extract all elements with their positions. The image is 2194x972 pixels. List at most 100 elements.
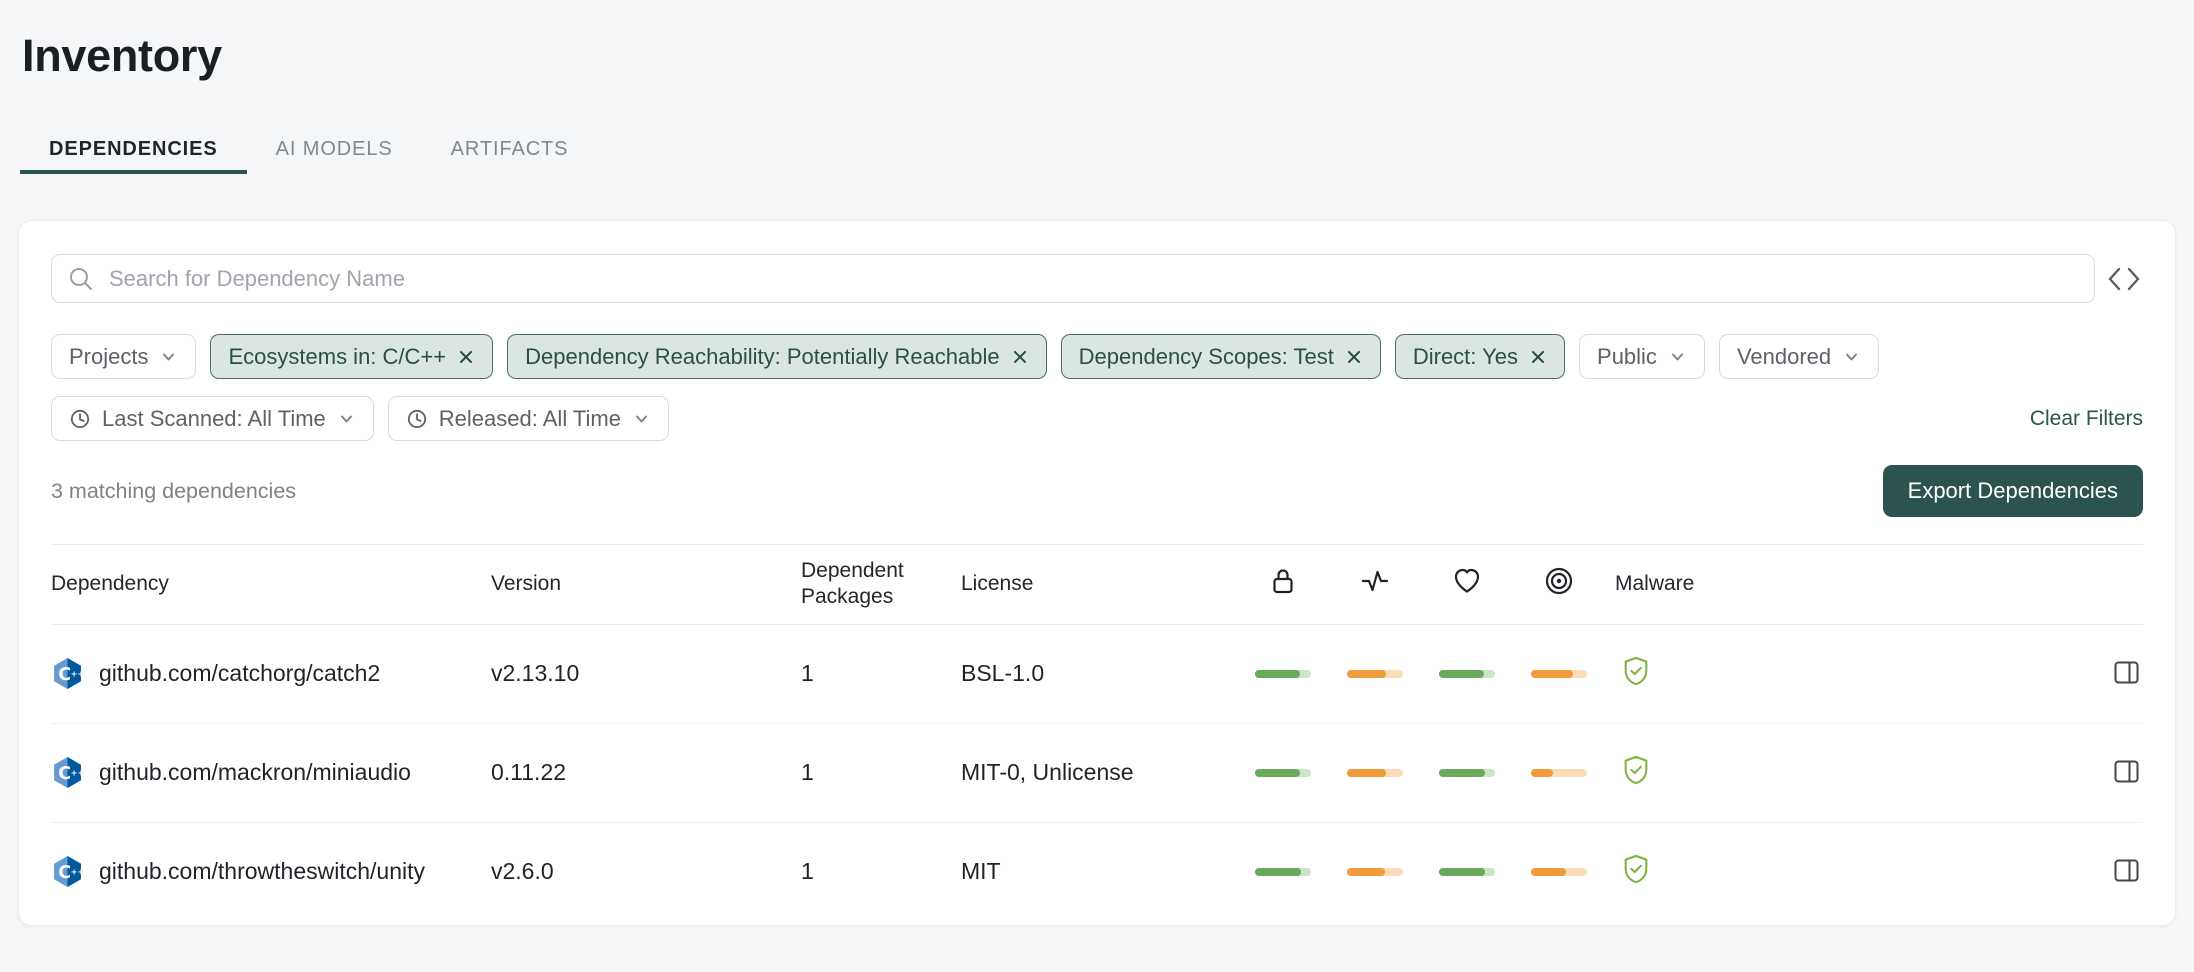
side-panel-icon (2112, 856, 2141, 888)
chevron-down-icon (632, 409, 651, 428)
projects-filter-dropdown[interactable]: Projects (51, 334, 196, 379)
tab-dependencies[interactable]: DEPENDENCIES (20, 128, 247, 174)
vendored-filter-label: Vendored (1737, 344, 1831, 370)
remove-filter-x-icon[interactable] (1011, 348, 1029, 366)
dependencies-panel: Projects Ecosystems in: C/C++ Dependency… (18, 220, 2176, 926)
remove-filter-x-icon[interactable] (457, 348, 475, 366)
table-row[interactable]: C++ github.com/catchorg/catch2 v2.13.10 … (51, 625, 2143, 724)
public-filter-label: Public (1597, 344, 1657, 370)
tab-artifacts[interactable]: ARTIFACTS (422, 128, 598, 174)
search-input[interactable] (107, 265, 2079, 293)
filter-chip-scopes[interactable]: Dependency Scopes: Test (1061, 334, 1381, 379)
dependency-version: 0.11.22 (491, 759, 801, 786)
remove-filter-x-icon[interactable] (1345, 348, 1363, 366)
side-panel-icon (2112, 658, 2141, 690)
svg-text:++: ++ (71, 768, 84, 778)
column-header-maintenance (1431, 565, 1523, 603)
page-title: Inventory (0, 0, 2194, 82)
code-icon (2107, 266, 2141, 292)
side-panel-icon (2112, 757, 2141, 789)
code-search-button[interactable] (2105, 264, 2143, 294)
filter-chip-ecosystems-label: Ecosystems in: C/C++ (228, 344, 446, 370)
maintenance-score-bar (1439, 769, 1495, 777)
column-header-dependency: Dependency (51, 571, 491, 597)
vendored-filter-dropdown[interactable]: Vendored (1719, 334, 1879, 379)
chevron-down-icon (159, 347, 178, 366)
vulnerability-score-bar (1531, 868, 1587, 876)
column-header-quality (1339, 565, 1431, 603)
open-details-panel-button[interactable] (2110, 656, 2143, 692)
svg-text:++: ++ (71, 669, 84, 679)
column-header-version: Version (491, 571, 801, 597)
remove-filter-x-icon[interactable] (1529, 348, 1547, 366)
shield-check-icon (1615, 754, 1651, 792)
clear-filters-link[interactable]: Clear Filters (2030, 407, 2143, 431)
shield-check-icon (1615, 655, 1651, 693)
table-row[interactable]: C++ github.com/mackron/miniaudio 0.11.22… (51, 724, 2143, 823)
svg-text:C: C (58, 863, 71, 883)
table-header-row: Dependency Version Dependent Packages Li… (51, 544, 2143, 625)
svg-text:C: C (58, 665, 71, 685)
last-scanned-filter-dropdown[interactable]: Last Scanned: All Time (51, 396, 374, 441)
dependencies-table: Dependency Version Dependent Packages Li… (51, 544, 2143, 921)
filter-chip-reachability-label: Dependency Reachability: Potentially Rea… (525, 344, 1000, 370)
quality-score-bar (1347, 868, 1403, 876)
dependency-name-link[interactable]: github.com/catchorg/catch2 (99, 659, 380, 689)
pulse-icon (1339, 565, 1391, 603)
quality-score-bar (1347, 769, 1403, 777)
dependency-version: v2.6.0 (491, 858, 801, 885)
inventory-tabs: DEPENDENCIES AI MODELS ARTIFACTS (20, 128, 2194, 174)
chevron-down-icon (1842, 347, 1861, 366)
chevron-down-icon (1668, 347, 1687, 366)
search-icon (67, 265, 94, 292)
column-header-vulnerability (1523, 565, 1615, 603)
tab-ai-models[interactable]: AI MODELS (247, 128, 422, 174)
filter-chips-row-2: Last Scanned: All Time Released: All Tim… (51, 396, 2143, 441)
heart-icon (1431, 565, 1483, 603)
dependency-name-link[interactable]: github.com/throwtheswitch/unity (99, 857, 425, 887)
vulnerability-score-bar (1531, 769, 1587, 777)
open-details-panel-button[interactable] (2110, 755, 2143, 791)
search-box[interactable] (51, 254, 2095, 303)
released-filter-dropdown[interactable]: Released: All Time (388, 396, 669, 441)
lock-icon (1247, 565, 1299, 603)
search-row (51, 254, 2143, 303)
security-score-bar (1255, 868, 1311, 876)
maintenance-score-bar (1439, 868, 1495, 876)
svg-text:C: C (58, 764, 71, 784)
last-scanned-filter-label: Last Scanned: All Time (102, 406, 326, 432)
filter-chip-direct[interactable]: Direct: Yes (1395, 334, 1565, 379)
cpp-ecosystem-icon: C++ (51, 756, 84, 789)
dependent-packages-count: 1 (801, 858, 961, 885)
filter-chip-scopes-label: Dependency Scopes: Test (1079, 344, 1334, 370)
clock-icon (69, 408, 91, 430)
public-filter-dropdown[interactable]: Public (1579, 334, 1705, 379)
matching-count-text: 3 matching dependencies (51, 479, 296, 504)
released-filter-label: Released: All Time (439, 406, 621, 432)
filter-chip-reachability[interactable]: Dependency Reachability: Potentially Rea… (507, 334, 1047, 379)
results-action-row: 3 matching dependencies Export Dependenc… (51, 465, 2143, 517)
vulnerability-score-bar (1531, 670, 1587, 678)
shield-check-icon (1615, 853, 1651, 891)
open-details-panel-button[interactable] (2110, 854, 2143, 890)
filter-chip-ecosystems[interactable]: Ecosystems in: C/C++ (210, 334, 493, 379)
clock-icon (406, 408, 428, 430)
table-row[interactable]: C++ github.com/throwtheswitch/unity v2.6… (51, 823, 2143, 921)
dependency-name-link[interactable]: github.com/mackron/miniaudio (99, 758, 411, 788)
dependency-license: MIT (961, 858, 1247, 885)
malware-status-cell (1615, 754, 2087, 792)
column-header-dependent-packages: Dependent Packages (801, 558, 961, 611)
malware-status-cell (1615, 853, 2087, 891)
inventory-page: Inventory DEPENDENCIES AI MODELS ARTIFAC… (0, 0, 2194, 972)
security-score-bar (1255, 670, 1311, 678)
dependency-license: MIT-0, Unlicense (961, 759, 1247, 786)
target-icon (1523, 565, 1575, 603)
column-header-license: License (961, 571, 1247, 597)
maintenance-score-bar (1439, 670, 1495, 678)
dependency-version: v2.13.10 (491, 660, 801, 687)
dependent-packages-count: 1 (801, 759, 961, 786)
column-header-malware: Malware (1615, 571, 2087, 597)
filter-chips-row-1: Projects Ecosystems in: C/C++ Dependency… (51, 334, 2143, 379)
export-dependencies-button[interactable]: Export Dependencies (1883, 465, 2143, 517)
projects-filter-label: Projects (69, 344, 148, 370)
